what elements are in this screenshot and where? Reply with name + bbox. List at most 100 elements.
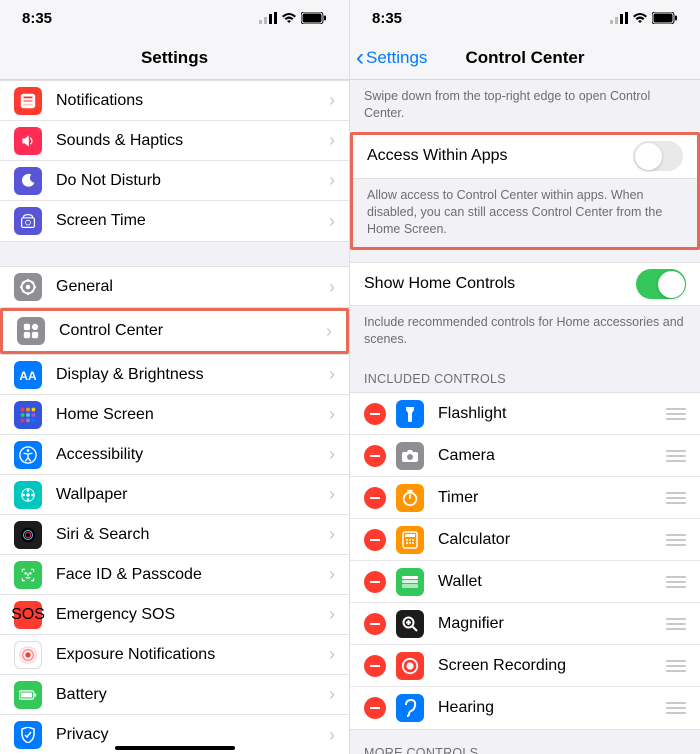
home-controls-row[interactable]: Show Home Controls [350, 262, 700, 306]
row-label: Emergency SOS [56, 606, 329, 624]
remove-button[interactable] [364, 697, 386, 719]
reorder-handle[interactable] [666, 450, 686, 462]
row-label: Home Screen [56, 406, 329, 424]
control-label: Screen Recording [438, 657, 666, 675]
settings-row-sounds-haptics[interactable]: Sounds & Haptics› [0, 121, 349, 161]
battery-icon [652, 12, 678, 24]
back-button[interactable]: ‹ Settings [350, 46, 427, 70]
included-controls-list: FlashlightCameraTimerCalculatorWalletMag… [350, 392, 700, 730]
intro-text: Swipe down from the top-right edge to op… [350, 80, 700, 132]
magnifier-icon [396, 610, 424, 638]
settings-row-face-id-passcode[interactable]: Face ID & Passcode› [0, 555, 349, 595]
access-toggle[interactable] [633, 141, 683, 171]
status-bar: 8:35 [0, 0, 349, 36]
remove-button[interactable] [364, 571, 386, 593]
faceid-icon [14, 561, 42, 589]
controlcenter-screen: 8:35 ‹ Settings Control Center Swipe dow… [350, 0, 700, 754]
settings-row-emergency-sos[interactable]: SOSEmergency SOS› [0, 595, 349, 635]
row-label: Siri & Search [56, 526, 329, 544]
settings-row-notifications[interactable]: Notifications› [0, 81, 349, 121]
settings-row-general[interactable]: General› [0, 267, 349, 307]
title-bar: Settings [0, 36, 349, 80]
privacy-icon [14, 721, 42, 749]
battery-icon [301, 12, 327, 24]
home-indicator[interactable] [115, 746, 235, 750]
settings-row-home-screen[interactable]: Home Screen› [0, 395, 349, 435]
row-label: Sounds & Haptics [56, 132, 329, 150]
screentime-icon [14, 207, 42, 235]
chevron-right-icon: › [329, 564, 335, 585]
home-controls-toggle[interactable] [636, 269, 686, 299]
home-controls-label: Show Home Controls [364, 275, 636, 293]
chevron-right-icon: › [329, 90, 335, 111]
row-label: Battery [56, 686, 329, 704]
access-within-apps-row[interactable]: Access Within Apps [353, 135, 697, 179]
row-label: Control Center [59, 322, 326, 340]
page-title: Settings [0, 48, 349, 68]
status-bar: 8:35 [350, 0, 700, 36]
controlcenter-icon [17, 317, 45, 345]
settings-row-siri-search[interactable]: Siri & Search› [0, 515, 349, 555]
settings-group-2: General›Control Center›AADisplay & Brigh… [0, 266, 349, 754]
control-label: Flashlight [438, 405, 666, 423]
screenrec-icon [396, 652, 424, 680]
row-label: Exposure Notifications [56, 646, 329, 664]
settings-row-do-not-disturb[interactable]: Do Not Disturb› [0, 161, 349, 201]
wifi-icon [632, 12, 648, 24]
sos-icon: SOS [14, 601, 42, 629]
settings-row-screen-time[interactable]: Screen Time› [0, 201, 349, 241]
settings-row-wallpaper[interactable]: Wallpaper› [0, 475, 349, 515]
included-header: Included Controls [350, 358, 700, 392]
row-label: Face ID & Passcode [56, 566, 329, 584]
cc-content[interactable]: Swipe down from the top-right edge to op… [350, 80, 700, 754]
access-within-apps-highlight: Access Within Apps Allow access to Contr… [350, 132, 700, 251]
reorder-handle[interactable] [666, 576, 686, 588]
wallpaper-icon [14, 481, 42, 509]
control-row-flashlight: Flashlight [350, 393, 700, 435]
row-label: Display & Brightness [56, 366, 329, 384]
home-controls-desc: Include recommended controls for Home ac… [350, 306, 700, 358]
reorder-handle[interactable] [666, 534, 686, 546]
chevron-right-icon: › [329, 170, 335, 191]
control-label: Calculator [438, 531, 666, 549]
flashlight-icon [396, 400, 424, 428]
status-time: 8:35 [372, 10, 402, 27]
remove-button[interactable] [364, 655, 386, 677]
remove-button[interactable] [364, 613, 386, 635]
reorder-handle[interactable] [666, 660, 686, 672]
homescreen-icon [14, 401, 42, 429]
remove-button[interactable] [364, 487, 386, 509]
settings-row-display-brightness[interactable]: AADisplay & Brightness› [0, 355, 349, 395]
remove-button[interactable] [364, 529, 386, 551]
control-row-hearing: Hearing [350, 687, 700, 729]
controlcenter-highlight: Control Center› [0, 308, 349, 354]
access-desc: Allow access to Control Center within ap… [353, 179, 697, 248]
back-label: Settings [366, 48, 427, 68]
control-label: Timer [438, 489, 666, 507]
settings-row-accessibility[interactable]: Accessibility› [0, 435, 349, 475]
settings-list[interactable]: Notifications›Sounds & Haptics›Do Not Di… [0, 80, 349, 754]
status-icons [259, 12, 327, 24]
remove-button[interactable] [364, 403, 386, 425]
reorder-handle[interactable] [666, 618, 686, 630]
control-row-camera: Camera [350, 435, 700, 477]
chevron-right-icon: › [329, 130, 335, 151]
settings-row-exposure-notifications[interactable]: Exposure Notifications› [0, 635, 349, 675]
remove-button[interactable] [364, 445, 386, 467]
settings-row-battery[interactable]: Battery› [0, 675, 349, 715]
sounds-icon [14, 127, 42, 155]
reorder-handle[interactable] [666, 702, 686, 714]
cellular-icon [259, 12, 277, 24]
reorder-handle[interactable] [666, 492, 686, 504]
row-label: General [56, 278, 329, 296]
status-icons [610, 12, 678, 24]
calculator-icon [396, 526, 424, 554]
settings-row-control-center[interactable]: Control Center› [3, 311, 346, 351]
control-row-calculator: Calculator [350, 519, 700, 561]
chevron-right-icon: › [329, 364, 335, 385]
row-label: Notifications [56, 92, 329, 110]
control-row-screen-recording: Screen Recording [350, 645, 700, 687]
control-row-wallet: Wallet [350, 561, 700, 603]
reorder-handle[interactable] [666, 408, 686, 420]
cellular-icon [610, 12, 628, 24]
